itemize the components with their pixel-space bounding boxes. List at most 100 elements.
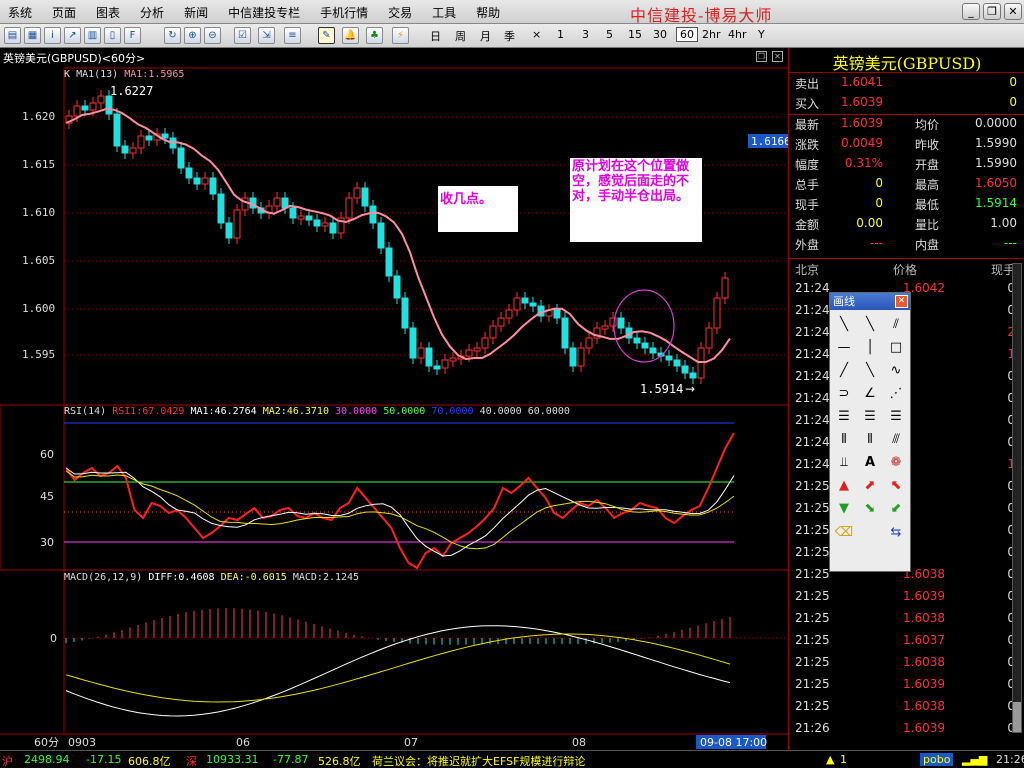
up-arrow-icon[interactable]: ▲ <box>833 476 855 496</box>
menu-help[interactable]: 帮助 <box>474 4 502 21</box>
candle-body <box>369 205 377 224</box>
arc-tool-icon[interactable]: ⊃ <box>833 384 855 404</box>
eraser-tool-icon[interactable]: ⌫ <box>833 523 855 543</box>
period-day[interactable]: 日 <box>430 28 441 44</box>
alert-icon[interactable]: ▲ <box>826 753 834 766</box>
candle-body <box>713 297 721 329</box>
kline-icon[interactable]: ▯ <box>104 27 121 44</box>
pitchfork-tool-icon[interactable]: ⫫ <box>833 453 855 473</box>
marker-tool-icon[interactable]: ❁ <box>885 453 907 473</box>
vline-tool-icon[interactable]: │ <box>859 338 881 358</box>
checklist-icon[interactable]: ☑ <box>234 27 251 44</box>
clear-tool-icon[interactable]: ⇆ <box>885 523 907 543</box>
fan-tool-icon[interactable]: ⋰ <box>885 384 907 404</box>
period-week[interactable]: 周 <box>455 28 466 44</box>
up-left-arrow-icon[interactable]: ⬉ <box>885 476 907 496</box>
zoom-out-icon[interactable]: ⊖ <box>204 27 221 44</box>
quote-list-icon[interactable]: ▤ <box>4 27 21 44</box>
angle-tool-icon[interactable]: ∠ <box>859 384 881 404</box>
quote-separator <box>789 114 1024 115</box>
news-ticker[interactable]: 荷兰议会：将推迟就扩大EFSF规模进行辩论 <box>372 753 585 768</box>
refresh-icon[interactable]: ↻ <box>164 27 181 44</box>
cursor-time: 09-08 17:00 <box>700 736 767 749</box>
fib-tool-icon[interactable]: ☰ <box>859 407 881 427</box>
period-30min[interactable]: 30 <box>653 28 667 41</box>
candle-body <box>721 277 729 299</box>
candle-body <box>681 365 689 374</box>
export-icon[interactable]: ⇲ <box>258 27 275 44</box>
info-icon[interactable]: i <box>44 27 61 44</box>
period-multi[interactable]: × <box>532 28 541 41</box>
sz-change: -77.87 <box>273 753 309 766</box>
parallel-tool-icon[interactable]: ⫽ <box>885 315 907 335</box>
close-button[interactable]: ✕ <box>1004 3 1022 20</box>
menu-bar: 系统 页面 图表 分析 新闻 中信建投专栏 手机行情 交易 工具 帮助 中信建投… <box>0 0 1024 25</box>
up-right-arrow-icon[interactable]: ⬈ <box>859 476 881 496</box>
alert-count[interactable]: 1 <box>840 753 847 766</box>
period-2hr[interactable]: 2hr <box>702 28 721 41</box>
chart-area[interactable]: 英镑美元(GBPUSD)<60分> ❐ ✕ 1.6227 1.5914 → 1.… <box>0 48 788 750</box>
candle-body <box>513 297 521 311</box>
down-arrow-icon[interactable]: ▼ <box>833 499 855 519</box>
line-tool-icon[interactable]: ╲ <box>833 315 855 335</box>
toolbox-close-icon[interactable]: ✕ <box>895 295 908 308</box>
note-trade-plan[interactable]: 原计划在这个位置做空，感觉后面走的不对，手动半仓出局。 <box>570 158 702 242</box>
menu-citic-column[interactable]: 中信建投专栏 <box>226 4 302 21</box>
alarm-bell-icon[interactable]: 🔔 <box>342 27 359 44</box>
trend-icon[interactable]: ↗ <box>64 27 81 44</box>
channel-tool-icon[interactable]: ☰ <box>833 407 855 427</box>
down-right-arrow-icon[interactable]: ⬊ <box>859 499 881 519</box>
segment-tool-icon[interactable]: ╲ <box>859 361 881 381</box>
candle-body <box>209 177 217 195</box>
hline-tool-icon[interactable]: — <box>833 338 855 358</box>
lightning-icon[interactable]: ⚡ <box>392 27 409 44</box>
period-3min[interactable]: 3 <box>582 28 589 41</box>
menu-chart[interactable]: 图表 <box>94 4 122 21</box>
trendline-tool-icon[interactable]: ╱ <box>833 361 855 381</box>
cycle-tool-icon[interactable]: ⦀ <box>833 430 855 450</box>
formula-icon[interactable]: ♣ <box>366 27 383 44</box>
period-year[interactable]: Y <box>758 28 765 41</box>
zoom-in-icon[interactable]: ⊕ <box>184 27 201 44</box>
period-quarter[interactable]: 季 <box>504 28 515 44</box>
menu-tools[interactable]: 工具 <box>430 4 458 21</box>
down-left-arrow-icon[interactable]: ⬋ <box>885 499 907 519</box>
minimize-button[interactable]: _ <box>962 3 980 20</box>
period-60min[interactable]: 60 <box>676 27 698 42</box>
menu-analysis[interactable]: 分析 <box>138 4 166 21</box>
trade-scrollbar[interactable] <box>1012 263 1022 733</box>
trade-header: 北京 价格 现手 <box>795 263 1015 277</box>
speed-line-tool-icon[interactable]: ⫻ <box>885 430 907 450</box>
candle-body <box>225 222 233 239</box>
fib-time-tool-icon[interactable]: ⦀ <box>859 430 881 450</box>
ray-tool-icon[interactable]: ╲ <box>859 315 881 335</box>
menu-news[interactable]: 新闻 <box>182 4 210 21</box>
period-5min[interactable]: 5 <box>606 28 613 41</box>
period-1min[interactable]: 1 <box>557 28 564 41</box>
grid-view-icon[interactable]: ▦ <box>24 27 41 44</box>
quote-stat-row: 最新 1.6039 均价 0.0000 <box>795 116 1017 132</box>
menu-trade[interactable]: 交易 <box>386 4 414 21</box>
f10-icon[interactable]: F <box>124 27 141 44</box>
scrollbar-thumb[interactable] <box>1013 702 1021 732</box>
period-15min[interactable]: 15 <box>628 28 642 41</box>
settings-list-icon[interactable]: ≡ <box>284 27 301 44</box>
menu-page[interactable]: 页面 <box>50 4 78 21</box>
drawing-toolbox[interactable]: 画线 ✕ ╲ ╲ ⫽ — │ □ ╱ ╲ ∿ ⊃ ∠ ⋰ ☰ ☰ ☰ ⦀ ⦀ ⫻… <box>829 292 911 572</box>
candle-body <box>201 177 209 185</box>
candle-body <box>329 222 337 234</box>
gann-tool-icon[interactable]: ☰ <box>885 407 907 427</box>
text-tool-icon[interactable]: A <box>859 453 881 473</box>
menu-system[interactable]: 系统 <box>6 4 34 21</box>
note-take-profit[interactable]: 收几点。 <box>438 186 518 232</box>
draw-pen-icon[interactable]: ✎ <box>318 27 335 44</box>
period-4hr[interactable]: 4hr <box>728 28 747 41</box>
menu-mobile-quotes[interactable]: 手机行情 <box>318 4 370 21</box>
restore-button[interactable]: ❐ <box>983 3 1001 20</box>
kline-chart[interactable]: 1.6227 1.5914 → 1.6166 0903 06 07 08 60分… <box>0 48 788 750</box>
wave-tool-icon[interactable]: ∿ <box>885 361 907 381</box>
period-month[interactable]: 月 <box>480 28 491 44</box>
detail-icon[interactable]: ▥ <box>84 27 101 44</box>
toolbox-header[interactable]: 画线 ✕ <box>830 293 910 310</box>
rect-tool-icon[interactable]: □ <box>885 338 907 358</box>
